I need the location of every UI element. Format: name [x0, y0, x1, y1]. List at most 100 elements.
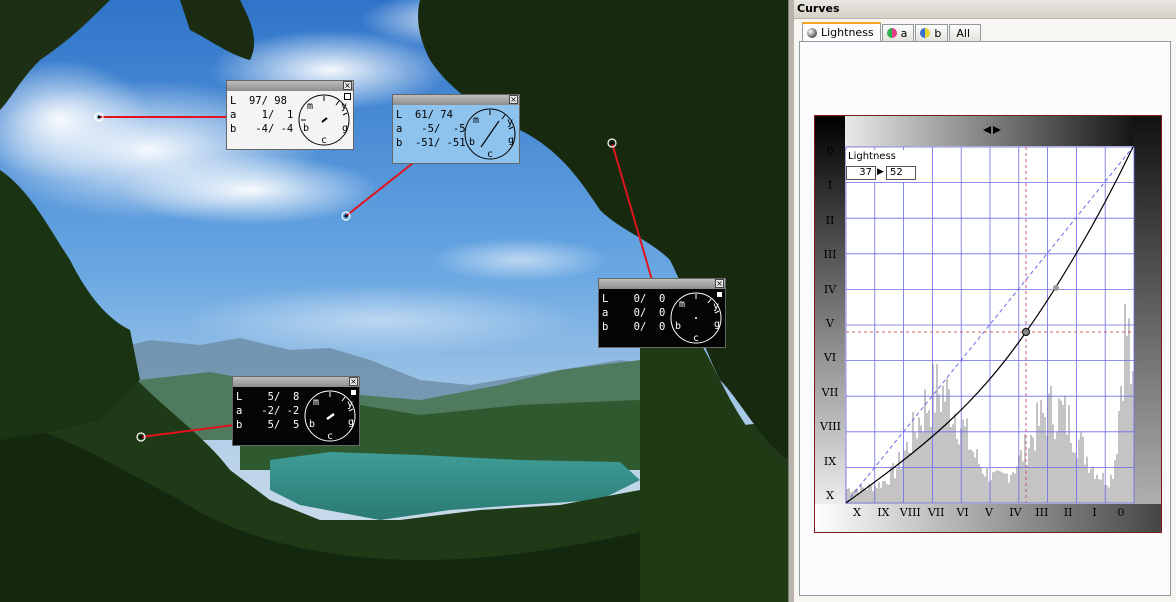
color-probe-1[interactable]: × L 97/ 98 a 1/ 1 b -4/ -4 m y g c b	[226, 80, 354, 150]
histogram-bar	[1064, 395, 1066, 503]
x-axis-label: VI	[956, 506, 969, 519]
histogram-bar	[1106, 485, 1108, 503]
channel-tabs: Lightness a b All	[802, 22, 982, 41]
histogram-bar	[1070, 443, 1072, 503]
close-icon[interactable]: ×	[509, 95, 518, 104]
x-axis-label: VII	[927, 506, 945, 519]
input-value-field[interactable]: 37	[846, 166, 876, 180]
sphere-icon	[807, 27, 817, 38]
histogram-bar	[950, 427, 952, 503]
svg-text:y: y	[713, 301, 719, 312]
histogram-bar	[882, 481, 884, 503]
svg-text:g: g	[342, 123, 348, 134]
histogram-bar	[912, 411, 914, 503]
curve-readout: Lightness 37 ▶ 52	[846, 150, 916, 182]
histogram-bar	[1120, 386, 1122, 503]
color-ball-icon	[920, 28, 931, 38]
histogram-bar	[880, 487, 882, 503]
color-probe-4[interactable]: × L 5/ 8 a -2/ -2 b 5/ 5 m y g c b	[232, 376, 360, 446]
color-probe-3[interactable]: × L 0/ 0 a 0/ 0 b 0/ 0 m y g c b	[598, 278, 726, 348]
histogram-bar	[1060, 400, 1062, 503]
histogram-bar	[1084, 464, 1086, 503]
y-axis-label: 0	[826, 145, 834, 158]
close-icon[interactable]: ×	[343, 81, 352, 90]
histogram-bar	[866, 489, 868, 503]
histogram-bar	[1116, 454, 1118, 503]
panel-title: Curves	[794, 0, 1176, 19]
histogram-bar	[986, 467, 988, 503]
color-dial-icon: m y g c b	[670, 292, 722, 344]
y-axis-label: X	[826, 489, 834, 502]
histogram-bar	[1000, 471, 1002, 503]
histogram-bar	[898, 451, 900, 503]
histogram-bar	[1130, 383, 1132, 503]
curve-point[interactable]	[1053, 285, 1059, 291]
image-canvas[interactable]: × L 97/ 98 a 1/ 1 b -4/ -4 m y g c b × L…	[0, 0, 788, 602]
histogram-bar	[1040, 400, 1042, 503]
close-icon[interactable]: ×	[715, 279, 724, 288]
curve-point-selected[interactable]	[1022, 328, 1030, 336]
x-axis-label: II	[1063, 506, 1073, 519]
histogram-bar	[956, 438, 958, 503]
histogram-bar	[934, 412, 936, 503]
x-axis-label: X	[853, 506, 861, 519]
histogram-bar	[974, 457, 976, 503]
y-axis-label: III	[823, 248, 837, 262]
svg-text:c: c	[321, 135, 327, 146]
x-axis-label: 0	[1117, 506, 1125, 519]
histogram-bar	[1010, 474, 1012, 503]
histogram-bar	[1114, 460, 1116, 503]
histogram-bar	[1124, 303, 1126, 503]
histogram-bar	[944, 401, 946, 503]
histogram-bar	[964, 426, 966, 503]
histogram-bar	[1036, 402, 1038, 503]
output-value-field[interactable]: 52	[886, 166, 916, 180]
y-axis-label: IX	[823, 454, 837, 468]
y-axis-label: V	[826, 317, 834, 330]
tab-a[interactable]: a	[881, 24, 915, 41]
x-axis-label: VIII	[899, 506, 921, 519]
probe-values: L 0/ 0 a 0/ 0 b 0/ 0	[602, 293, 666, 333]
svg-text:y: y	[347, 399, 353, 410]
y-axis-label: VII	[821, 385, 839, 399]
histogram-bar	[972, 451, 974, 503]
histogram-bar	[926, 413, 928, 503]
close-icon[interactable]: ×	[349, 377, 358, 386]
histogram-bar	[1112, 479, 1114, 503]
tab-all[interactable]: All	[949, 24, 982, 41]
probe-title-bar[interactable]: ×	[233, 377, 359, 387]
histogram-bar	[920, 425, 922, 503]
svg-text:m: m	[473, 115, 479, 126]
x-axis-label: III	[1035, 506, 1049, 519]
histogram-bar	[1032, 437, 1034, 503]
histogram-bar	[1044, 417, 1046, 503]
histogram-bar	[1082, 436, 1084, 503]
y-axis-label: I	[827, 179, 833, 193]
histogram-bar	[1008, 482, 1010, 503]
tab-b[interactable]: b	[915, 24, 949, 41]
histogram-bar	[1004, 473, 1006, 503]
histogram-bar	[980, 467, 982, 503]
histogram-bar	[1096, 474, 1098, 503]
probe-title-bar[interactable]: ×	[393, 95, 519, 105]
probe-title-bar[interactable]: ×	[227, 81, 353, 91]
svg-text:y: y	[507, 117, 513, 128]
histogram-bar	[894, 478, 896, 503]
color-probe-2[interactable]: × L 61/ 74 a -5/ -5 b -51/ -51 m y g c b	[392, 94, 520, 164]
histogram-bar	[966, 418, 968, 503]
histogram-bar	[884, 480, 886, 503]
histogram-bar	[1094, 478, 1096, 503]
tab-lightness[interactable]: Lightness	[802, 22, 881, 41]
color-dial-icon: m y g c b	[464, 108, 516, 160]
probe-title-bar[interactable]: ×	[599, 279, 725, 289]
histogram-bar	[942, 385, 944, 503]
svg-text:m: m	[307, 101, 313, 112]
histogram-bar	[978, 463, 980, 503]
histogram-bar	[970, 449, 972, 503]
y-axis-label: II	[825, 213, 835, 227]
histogram-bar	[992, 472, 994, 503]
histogram-bar	[1006, 473, 1008, 503]
histogram-bar	[948, 388, 950, 503]
svg-text:m: m	[679, 299, 685, 310]
histogram-bar	[928, 410, 930, 503]
